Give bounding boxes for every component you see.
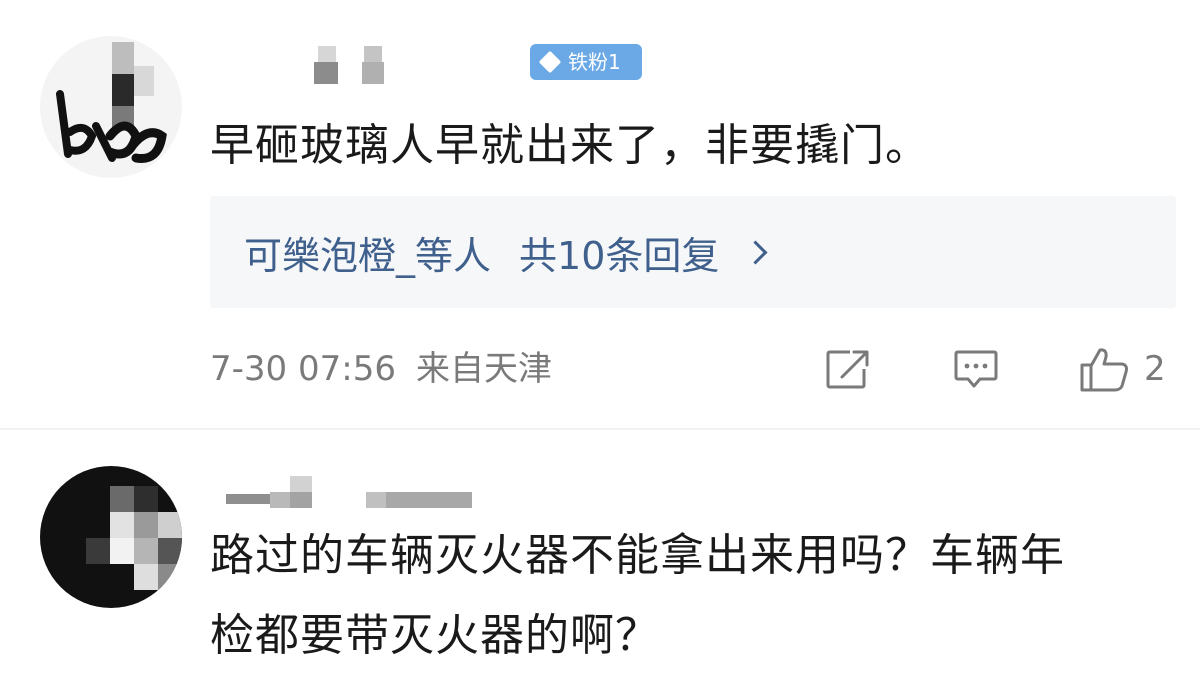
comment-item: 路过的车辆灭火器不能拿出来用吗？车辆年 检都要带灭火器的啊？ [0,428,1200,690]
username-blurred[interactable] [226,476,476,508]
comment-text-line: 路过的车辆灭火器不能拿出来用吗？车辆年 [210,530,1065,581]
blur-block [290,476,312,492]
reply-users: 可樂泡橙_等人 [244,233,492,278]
chevron-right-icon [743,239,768,265]
location: 来自天津 [415,349,552,389]
diamond-icon [538,50,562,74]
blur-block [364,46,382,62]
avatar-mosaic [134,564,158,590]
avatar-mosaic [110,538,134,564]
replies-preview[interactable]: 可樂泡橙_等人 共10条回复 [210,196,1176,308]
avatar-mosaic [158,512,182,538]
blur-block [366,492,386,508]
comment-text-line: 检都要带灭火器的啊？ [210,610,660,661]
comment-text: 路过的车辆灭火器不能拿出来用吗？车辆年 检都要带灭火器的啊？ [210,516,1065,676]
share-icon [826,350,869,389]
avatar-mosaic [110,486,134,512]
avatar-mosaic [158,564,182,590]
reply-button[interactable] [952,344,1000,394]
like-button[interactable]: 2 [1078,344,1166,394]
comment-meta: 7-30 07:56 来自天津 [210,344,552,394]
blur-block [314,62,338,84]
blur-block [318,46,336,62]
blur-block [386,492,472,508]
blur-block [270,492,290,508]
avatar[interactable] [40,36,182,178]
fan-badge-label: 铁粉1 [568,50,621,74]
avatar-mosaic [134,512,158,538]
avatar-handwriting [56,90,167,164]
comment-item: 铁粉1 早砸玻璃人早就出来了，非要撬门。 可樂泡橙_等人 共10条回复 7-30… [0,0,1200,428]
thumbs-up-icon [1080,348,1128,392]
username-blurred[interactable] [312,46,392,84]
reply-count: 共10条回复 [519,233,720,278]
avatar-mosaic [134,538,158,564]
share-button[interactable] [824,344,872,394]
blur-block [226,494,270,504]
blur-block [290,492,312,508]
timestamp: 7-30 07:56 [210,349,396,389]
comment-text: 早砸玻璃人早就出来了，非要撬门。 [210,120,930,171]
avatar-mosaic [110,512,134,538]
avatar[interactable] [40,466,182,608]
like-count: 2 [1144,349,1166,389]
fan-badge[interactable]: 铁粉1 [530,44,642,80]
avatar-mosaic [134,486,158,512]
comment-icon [954,350,998,388]
blur-block [362,62,384,84]
avatar-mosaic [86,538,110,564]
avatar-mosaic [158,538,182,564]
